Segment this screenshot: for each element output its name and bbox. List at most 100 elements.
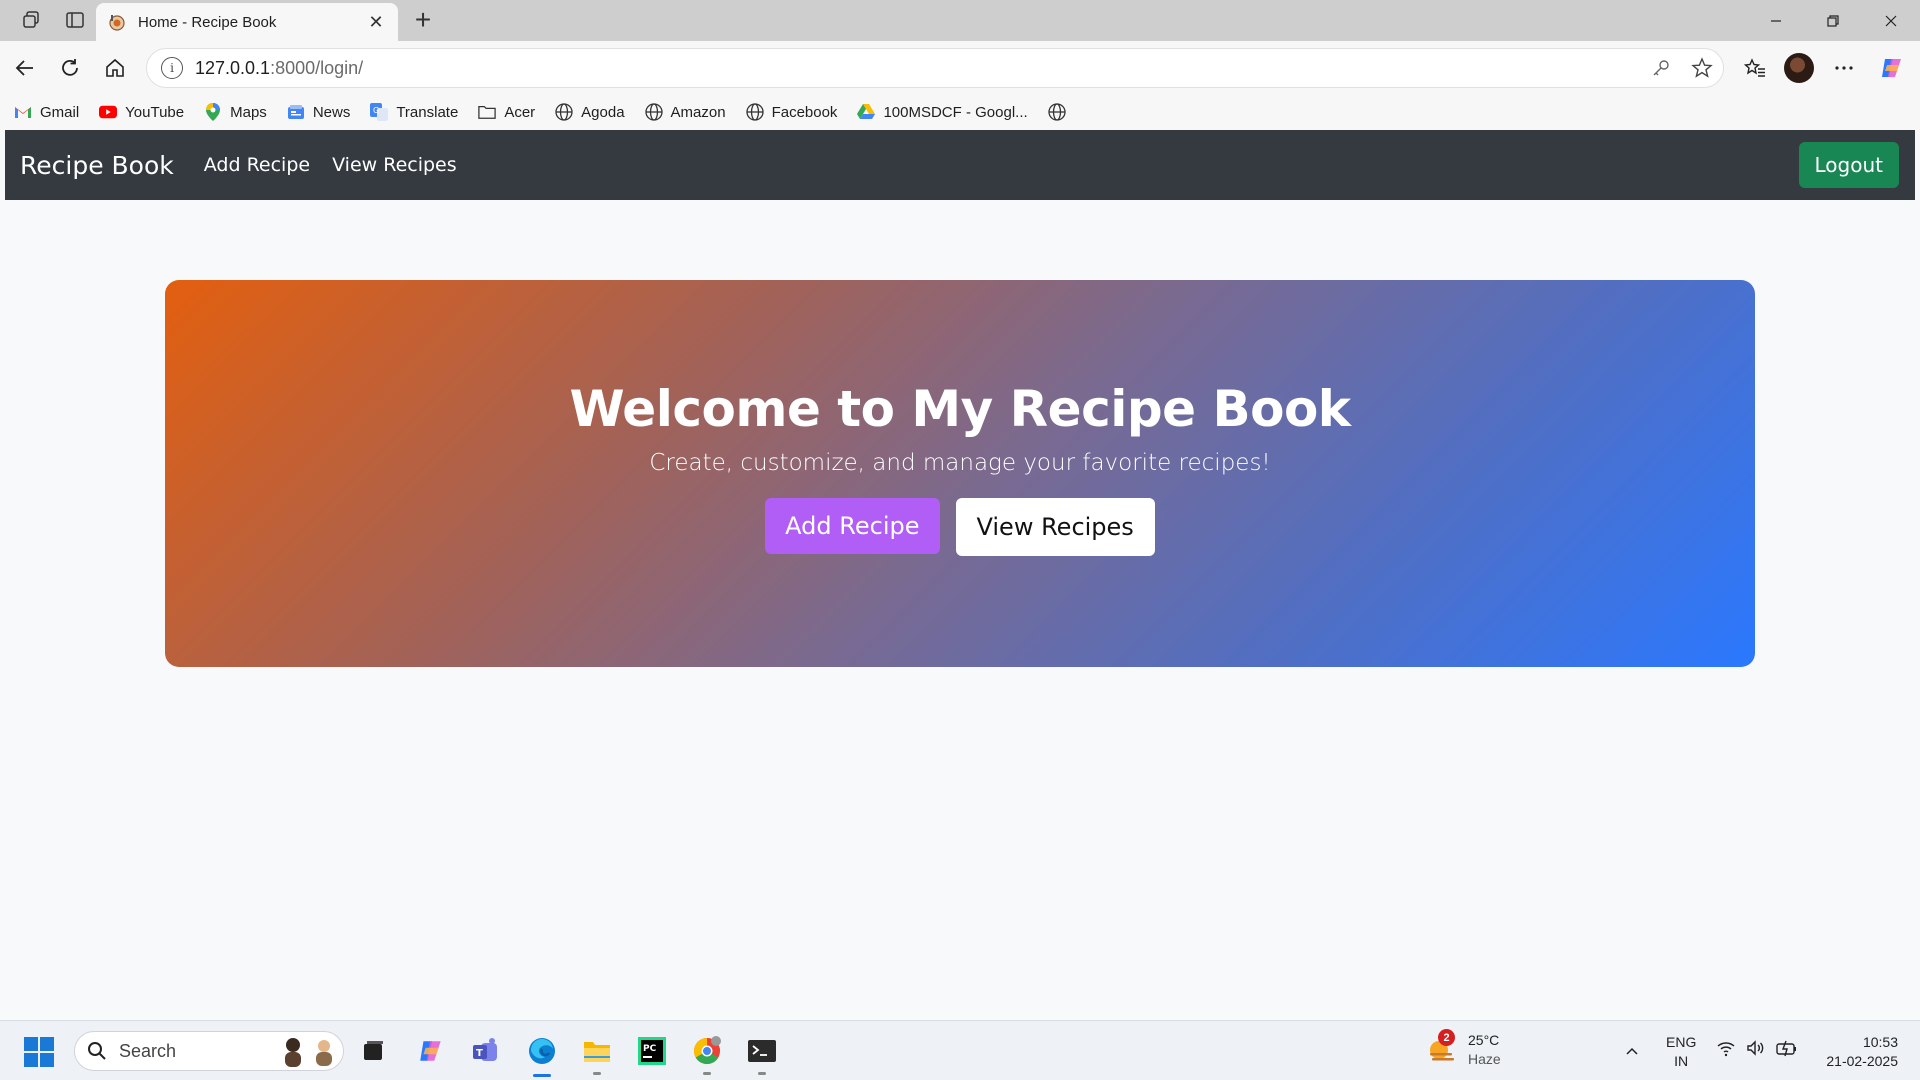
restore-icon[interactable] bbox=[1813, 6, 1853, 36]
clock-time: 10:53 bbox=[1862, 1034, 1898, 1050]
bookmark-youtube[interactable]: YouTube bbox=[99, 103, 184, 121]
bookmark-label: Acer bbox=[504, 103, 536, 121]
new-tab-button[interactable]: + bbox=[408, 6, 438, 36]
home-button[interactable] bbox=[98, 51, 132, 85]
page-viewport: Recipe Book Add Recipe View Recipes Logo… bbox=[5, 130, 1915, 1017]
chevron-up-icon[interactable] bbox=[1620, 1041, 1644, 1061]
input-language[interactable]: ENG IN bbox=[1666, 1033, 1696, 1071]
maps-icon bbox=[204, 103, 222, 121]
address-bar[interactable]: i 127.0.0.1:8000/login/ bbox=[146, 48, 1724, 88]
bookmark-label: YouTube bbox=[125, 103, 185, 121]
tab-home-recipe-book[interactable]: Home - Recipe Book ✕ bbox=[96, 3, 398, 41]
refresh-button[interactable] bbox=[53, 51, 87, 85]
favorites-list-icon bbox=[1744, 58, 1765, 77]
globe-icon bbox=[745, 103, 764, 121]
add-recipe-button[interactable]: Add Recipe bbox=[765, 498, 940, 554]
site-info-icon[interactable]: i bbox=[161, 57, 183, 79]
terminal-icon[interactable] bbox=[744, 1033, 780, 1075]
navbar-brand[interactable]: Recipe Book bbox=[20, 151, 174, 180]
copilot-icon[interactable] bbox=[1875, 51, 1909, 85]
close-tab-icon[interactable]: ✕ bbox=[366, 12, 386, 32]
weather-temperature: 25°C bbox=[1468, 1032, 1500, 1048]
close-window-icon[interactable] bbox=[1871, 6, 1911, 36]
system-clock[interactable]: 10:53 21-02-2025 bbox=[1826, 1033, 1898, 1071]
favorites-button[interactable] bbox=[1738, 51, 1772, 85]
copilot-app-icon[interactable] bbox=[413, 1033, 449, 1069]
bookmark-translate[interactable]: G Translate bbox=[370, 103, 458, 121]
search-icon bbox=[88, 1042, 106, 1060]
bookmark-label: News bbox=[312, 103, 351, 121]
minimize-icon[interactable] bbox=[1756, 6, 1796, 36]
weather-condition: Haze bbox=[1468, 1051, 1501, 1067]
chrome-icon[interactable] bbox=[689, 1033, 725, 1075]
pycharm-icon[interactable]: PC bbox=[634, 1033, 670, 1069]
globe-icon bbox=[555, 103, 573, 121]
edge-browser-icon[interactable] bbox=[524, 1033, 560, 1077]
youtube-icon bbox=[99, 103, 118, 121]
address-host: 127.0.0.1 bbox=[195, 57, 271, 78]
bookmark-globe[interactable] bbox=[1048, 103, 1074, 121]
browser-titlebar: Home - Recipe Book ✕ + bbox=[0, 0, 1920, 41]
bookmark-label: Gmail bbox=[40, 103, 80, 121]
back-button[interactable] bbox=[8, 51, 42, 85]
windows-taskbar: Search T PC 2 25°C Haze ENG IN 10:53 21-… bbox=[0, 1020, 1920, 1080]
back-arrow-icon bbox=[15, 60, 33, 76]
bookmark-amazon[interactable]: Amazon bbox=[644, 103, 726, 121]
site-navbar: Recipe Book Add Recipe View Recipes Logo… bbox=[5, 130, 1915, 200]
bookmarks-bar: Gmail YouTube Maps News G Translate Acer… bbox=[0, 94, 1920, 130]
address-url: 127.0.0.1:8000/login/ bbox=[195, 58, 363, 79]
bookmark-google-drive[interactable]: 100MSDCF - Googl... bbox=[857, 103, 1028, 121]
nav-link-add-recipe[interactable]: Add Recipe bbox=[204, 154, 310, 176]
more-options-icon[interactable] bbox=[1827, 51, 1861, 85]
vertical-tabs-icon[interactable] bbox=[62, 8, 88, 32]
view-recipes-button[interactable]: View Recipes bbox=[955, 498, 1155, 556]
file-explorer-icon[interactable] bbox=[579, 1033, 615, 1075]
gmail-icon bbox=[14, 103, 32, 121]
bookmark-gmail[interactable]: Gmail bbox=[14, 103, 79, 121]
bookmark-acer[interactable]: Acer bbox=[478, 103, 535, 121]
translate-icon: G bbox=[370, 103, 389, 121]
bookmark-maps[interactable]: Maps bbox=[204, 103, 267, 121]
bookmark-facebook[interactable]: Facebook bbox=[745, 103, 837, 121]
nav-link-view-recipes[interactable]: View Recipes bbox=[332, 154, 457, 176]
folder-icon bbox=[478, 103, 497, 121]
bookmark-agoda[interactable]: Agoda bbox=[555, 103, 625, 121]
system-tray[interactable] bbox=[1716, 1039, 1798, 1057]
wifi-icon bbox=[1717, 1042, 1735, 1057]
bookmark-label: 100MSDCF - Googl... bbox=[883, 103, 1028, 121]
globe-icon bbox=[1048, 103, 1066, 121]
profile-button[interactable] bbox=[1782, 51, 1816, 85]
bookmark-label: Maps bbox=[230, 103, 267, 121]
bookmark-label: Amazon bbox=[670, 103, 726, 121]
weather-alert-badge: 2 bbox=[1438, 1029, 1455, 1046]
running-app-indicator bbox=[593, 1072, 601, 1075]
svg-text:G: G bbox=[373, 106, 379, 115]
favorite-star-icon[interactable] bbox=[1691, 57, 1713, 84]
home-icon bbox=[106, 58, 124, 77]
password-key-icon[interactable] bbox=[1651, 58, 1671, 83]
teams-icon[interactable]: T bbox=[468, 1033, 504, 1069]
logout-button[interactable]: Logout bbox=[1798, 142, 1899, 188]
svg-text:PC: PC bbox=[643, 1044, 657, 1054]
language-code: ENG bbox=[1666, 1034, 1697, 1050]
bookmark-label: Translate bbox=[396, 103, 459, 121]
taskbar-search[interactable]: Search bbox=[74, 1031, 344, 1071]
refresh-icon bbox=[62, 59, 78, 76]
recipe-favicon-icon bbox=[108, 13, 126, 31]
avatar bbox=[1784, 53, 1814, 83]
task-view-icon[interactable] bbox=[356, 1033, 392, 1069]
hero-subtitle: Create, customize, and manage your favor… bbox=[649, 450, 1271, 476]
active-app-indicator bbox=[533, 1074, 551, 1077]
running-app-indicator bbox=[703, 1072, 711, 1075]
browser-toolbar: i 127.0.0.1:8000/login/ bbox=[0, 41, 1920, 94]
windows-start-icon[interactable] bbox=[24, 1037, 54, 1067]
hero-actions: Add Recipe View Recipes bbox=[765, 498, 1155, 556]
tab-title: Home - Recipe Book bbox=[138, 13, 277, 31]
bookmark-news[interactable]: News bbox=[287, 103, 351, 121]
google-drive-icon bbox=[857, 103, 876, 121]
workspaces-icon[interactable] bbox=[18, 8, 44, 32]
news-icon bbox=[287, 103, 305, 121]
search-highlight-image bbox=[279, 1035, 339, 1067]
running-app-indicator bbox=[758, 1072, 766, 1075]
weather-widget[interactable]: 2 25°C Haze bbox=[1424, 1029, 1501, 1069]
